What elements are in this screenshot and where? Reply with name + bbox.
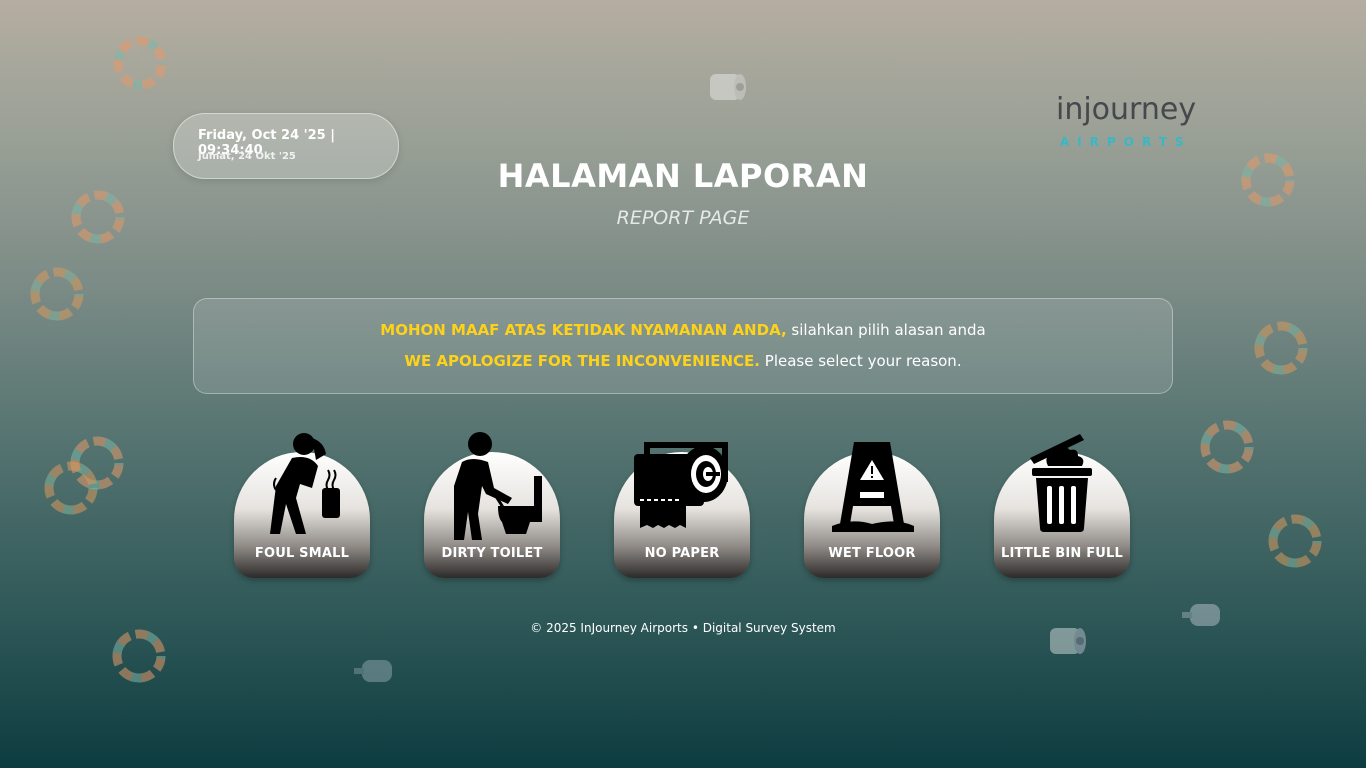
trash-bin-icon bbox=[1012, 430, 1112, 540]
soap-bottle-decor-icon bbox=[354, 656, 396, 686]
page-title: HALAMAN LAPORAN bbox=[497, 157, 869, 195]
reason-no-paper-button[interactable]: NO PAPER bbox=[614, 442, 750, 578]
notice-line-en: WE APOLOGIZE FOR THE INCONVENIENCE. Plea… bbox=[194, 352, 1172, 370]
notice-line-id: MOHON MAAF ATAS KETIDAK NYAMANAN ANDA, s… bbox=[194, 321, 1172, 339]
logo-sub: AIRPORTS bbox=[1060, 135, 1192, 149]
reason-dirty-toilet-button[interactable]: DIRTY TOILET bbox=[424, 432, 560, 578]
reason-label: WET FLOOR bbox=[828, 546, 916, 561]
wet-floor-sign-icon bbox=[822, 430, 922, 540]
foul-smell-icon bbox=[252, 430, 352, 540]
decor-ring-icon bbox=[27, 264, 87, 324]
reason-cards: FOUL SMALL DIRTY TOILET NO PAPER WET FLO… bbox=[0, 430, 1366, 580]
notice-text-id: silahkan pilih alasan anda bbox=[786, 321, 986, 339]
reason-bin-full-button[interactable]: LITTLE BIN FULL bbox=[994, 434, 1130, 578]
notice-highlight-en: WE APOLOGIZE FOR THE INCONVENIENCE. bbox=[404, 352, 761, 370]
decor-ring-icon bbox=[109, 626, 169, 686]
reason-foul-smell-button[interactable]: FOUL SMALL bbox=[234, 433, 370, 578]
logo-wordmark: injourney bbox=[1056, 92, 1197, 127]
toilet-paper-icon bbox=[632, 430, 732, 540]
page-subtitle: REPORT PAGE bbox=[616, 207, 750, 229]
decor-ring-icon bbox=[110, 33, 170, 93]
reason-label: DIRTY TOILET bbox=[441, 546, 543, 561]
injourney-logo: injourney AIRPORTS bbox=[1056, 92, 1206, 152]
notice-text-en: Please select your reason. bbox=[760, 352, 962, 370]
dirty-toilet-icon bbox=[442, 430, 544, 540]
reason-label: FOUL SMALL bbox=[254, 546, 350, 561]
apology-notice: MOHON MAAF ATAS KETIDAK NYAMANAN ANDA, s… bbox=[193, 298, 1173, 394]
decor-ring-icon bbox=[1251, 318, 1311, 378]
reason-label: NO PAPER bbox=[644, 546, 720, 561]
notice-highlight-id: MOHON MAAF ATAS KETIDAK NYAMANAN ANDA, bbox=[380, 321, 787, 339]
reason-label: LITTLE BIN FULL bbox=[1001, 546, 1123, 561]
footer-copyright: © 2025 InJourney Airports • Digital Surv… bbox=[530, 621, 836, 635]
toilet-roll-decor-icon bbox=[706, 66, 748, 106]
reason-wet-floor-button[interactable]: WET FLOOR bbox=[804, 442, 940, 578]
